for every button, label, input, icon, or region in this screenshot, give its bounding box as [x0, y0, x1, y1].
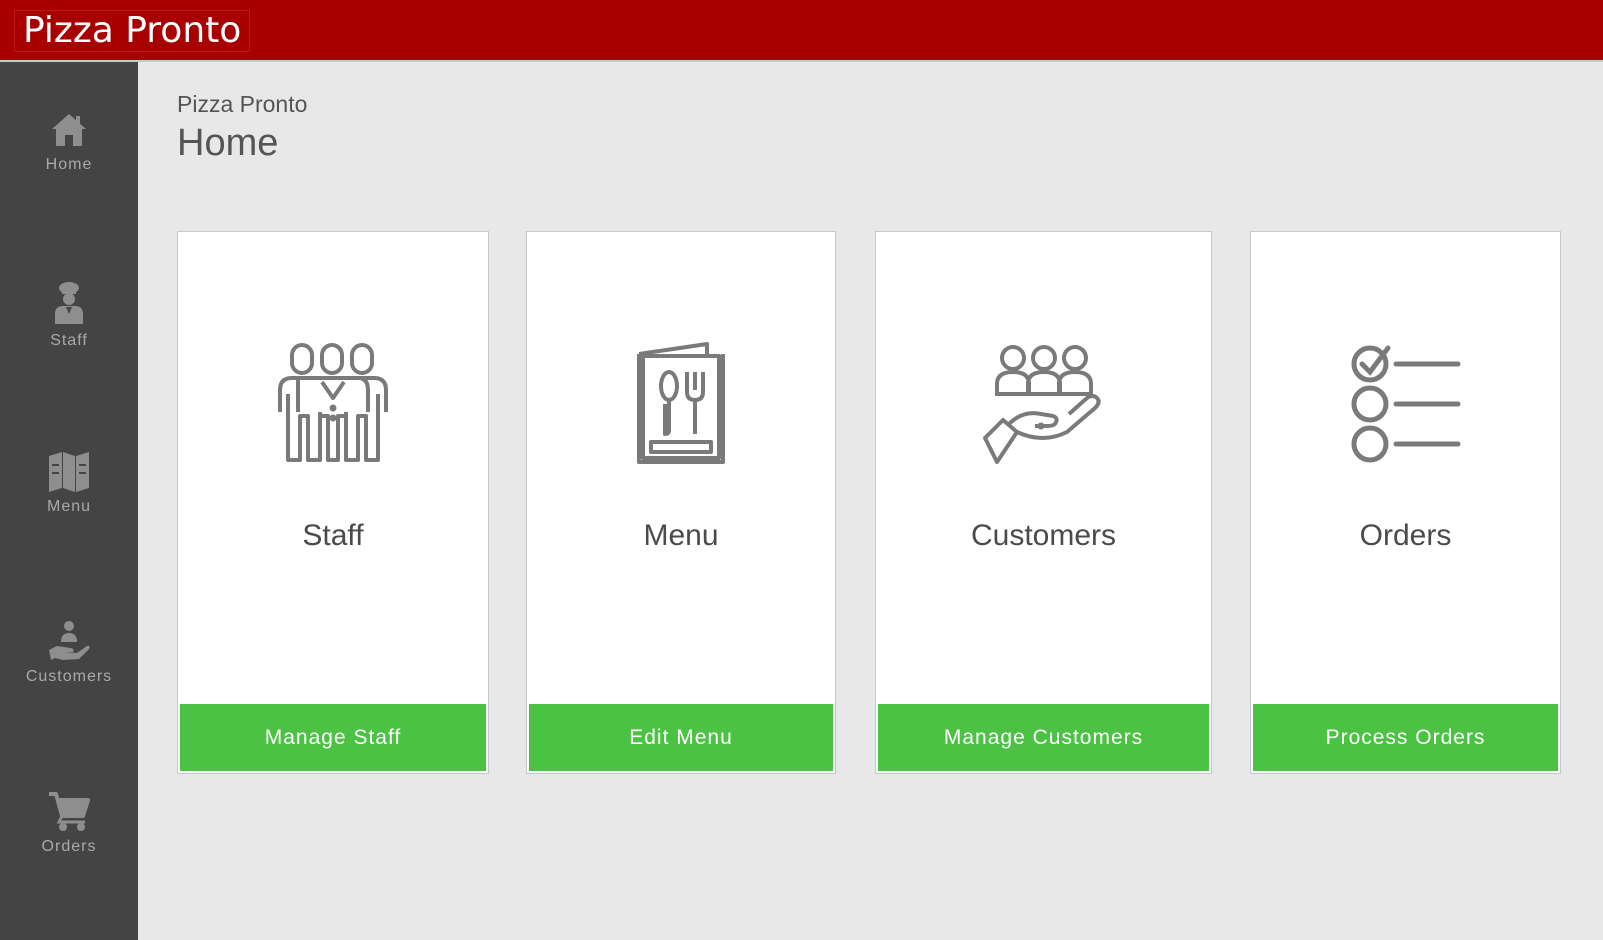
serving-hand-icon	[49, 621, 90, 660]
sidebar-item-staff[interactable]: Staff	[0, 280, 138, 400]
cart-icon	[49, 792, 90, 831]
customers-hand-icon	[982, 345, 1101, 464]
card-title: Customers	[970, 519, 1117, 552]
orders-card: Orders Process Orders	[1250, 231, 1561, 774]
sidebar-item-label: Orders	[41, 838, 97, 855]
card-title: Menu	[643, 519, 719, 552]
sidebar-item-label: Staff	[50, 332, 88, 349]
checklist-icon	[1351, 345, 1460, 463]
home-icon	[52, 114, 86, 146]
manage-staff-button[interactable]: Manage Staff	[180, 704, 486, 771]
card-title: Staff	[302, 519, 364, 552]
sidebar: Home Staff Menu Customers Orders	[0, 62, 138, 940]
sidebar-item-label: Home	[45, 156, 93, 173]
process-orders-button[interactable]: Process Orders	[1253, 704, 1558, 771]
sidebar-item-label: Customers	[25, 668, 113, 685]
menu-book-icon	[637, 342, 725, 464]
sidebar-item-customers[interactable]: Customers	[0, 620, 138, 740]
chef-icon	[55, 282, 83, 324]
menu-card: Menu Edit Menu	[526, 231, 836, 774]
customers-card: Customers Manage Customers	[875, 231, 1212, 774]
sidebar-item-label: Menu	[46, 498, 92, 515]
staff-card: Staff Manage Staff	[177, 231, 489, 774]
edit-menu-button[interactable]: Edit Menu	[529, 704, 833, 771]
sidebar-item-orders[interactable]: Orders	[0, 790, 138, 910]
app-brand[interactable]: Pizza Pronto	[14, 10, 251, 52]
sidebar-item-home[interactable]: Home	[0, 110, 138, 230]
page-title: Home	[177, 122, 279, 164]
page-subtitle: Pizza Pronto	[177, 91, 308, 117]
top-bar: Pizza Pronto	[0, 0, 1603, 62]
card-title: Orders	[1359, 519, 1452, 552]
manage-customers-button[interactable]: Manage Customers	[878, 704, 1209, 771]
map-icon	[49, 452, 89, 492]
sidebar-item-menu[interactable]: Menu	[0, 450, 138, 570]
staff-group-icon	[278, 343, 388, 462]
